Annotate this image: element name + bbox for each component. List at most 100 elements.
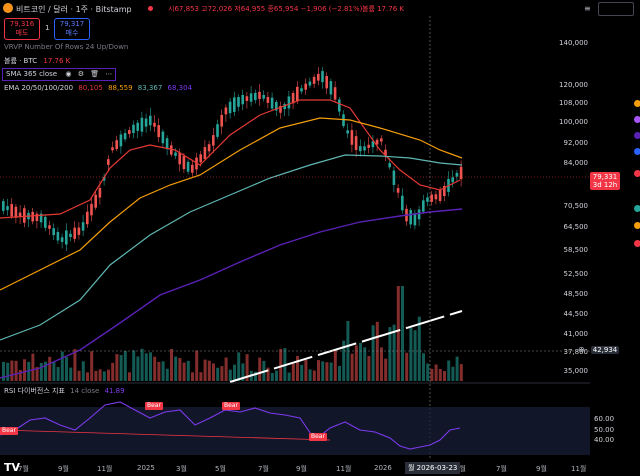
tradingview-logo-icon: TV: [4, 461, 21, 474]
candle: [220, 114, 223, 127]
candle: [90, 203, 93, 216]
volume-bar: [81, 361, 85, 381]
volume-bar: [182, 362, 186, 381]
volume-bar: [384, 358, 388, 381]
volume-bar: [132, 350, 136, 381]
watchlist-dot-icon[interactable]: [634, 116, 640, 123]
volume-bar: [149, 352, 152, 381]
candle: [317, 73, 320, 81]
candle: [245, 96, 249, 101]
current-price-time: 3d 12h: [592, 181, 618, 189]
candle: [413, 213, 417, 226]
volume-bar: [228, 369, 232, 381]
price-tick: 84,000: [563, 159, 589, 167]
volume-bar: [430, 368, 434, 381]
watchlist-dot-icon[interactable]: [634, 100, 640, 107]
time-tick: 2026: [374, 464, 392, 472]
candle: [203, 147, 207, 159]
crosshair-date-label: 월 2026-03-23: [405, 462, 461, 474]
rsi-legend[interactable]: RSI 다이버전스 지표 14 close 41.89: [4, 386, 125, 397]
time-tick: 11월: [336, 465, 352, 473]
watchlist-dot-icon[interactable]: [634, 148, 640, 155]
watchlist-dot-icon[interactable]: [634, 170, 640, 177]
candle: [363, 146, 366, 151]
volume-bar: [291, 363, 295, 381]
volume-bar: [275, 370, 278, 381]
volume-bar: [350, 353, 354, 381]
candle: [44, 216, 47, 228]
candle: [438, 189, 442, 202]
candle: [161, 131, 165, 144]
current-price-label: 79,331 3d 12h: [590, 172, 620, 190]
candle: [262, 94, 265, 99]
candle: [191, 164, 194, 173]
candle: [132, 124, 135, 134]
price-chart[interactable]: [0, 0, 640, 476]
candle: [300, 88, 303, 92]
candle: [233, 97, 236, 112]
volume-bar: [300, 364, 304, 381]
candle: [186, 161, 190, 172]
volume-bar: [447, 360, 451, 381]
candle: [451, 177, 454, 183]
price-tick: 35,000: [563, 367, 589, 375]
price-tick: 100,000: [559, 118, 588, 126]
volume-bar: [178, 358, 182, 381]
volume-bar: [90, 351, 94, 381]
volume-bar: [296, 355, 299, 381]
rsi-level: 50.00: [594, 426, 615, 434]
volume-bar: [86, 372, 89, 381]
current-price-value: 79,331: [592, 173, 618, 181]
volume-bar: [438, 368, 442, 381]
candle: [60, 237, 64, 242]
candle: [56, 232, 60, 241]
volume-bar: [73, 349, 77, 381]
time-tick: 5월: [215, 465, 226, 473]
candle: [107, 159, 110, 165]
volume-bar: [363, 347, 367, 381]
watchlist-dot-icon[interactable]: [634, 132, 640, 139]
candle: [65, 230, 68, 245]
time-tick: 11월: [97, 465, 113, 473]
volume-bar: [212, 363, 215, 381]
candle: [354, 136, 358, 151]
candle: [270, 97, 274, 109]
sma-value-label: 42,934: [591, 346, 619, 354]
volume-bar: [258, 357, 262, 381]
candle: [18, 212, 22, 217]
candle: [430, 194, 433, 202]
volume-bar: [60, 351, 64, 381]
volume-bar: [111, 362, 115, 381]
watchlist-dot-icon[interactable]: [634, 222, 640, 229]
volume-bar: [325, 362, 329, 381]
ema50-line: [0, 117, 463, 291]
time-tick: 7월: [258, 465, 269, 473]
volume-bar: [317, 360, 320, 381]
candle: [434, 194, 438, 200]
time-tick: 7월: [496, 465, 507, 473]
candle: [157, 125, 160, 138]
watchlist-dot-icon[interactable]: [634, 205, 640, 212]
volume-bar: [401, 286, 404, 381]
rsi-bear-tag: Bear: [222, 402, 240, 410]
volume-bar: [338, 365, 341, 381]
candle: [241, 94, 244, 105]
candle: [392, 170, 396, 185]
volume-bar: [312, 370, 316, 381]
price-tick: 48,500: [563, 290, 589, 298]
volume-bar: [459, 364, 463, 381]
crosshair-plus-icon[interactable]: ⊕: [578, 345, 585, 354]
watchlist-dot-icon[interactable]: [634, 240, 640, 247]
candle: [304, 83, 307, 90]
rsi-level: 40.00: [594, 436, 615, 444]
volume-bar: [174, 356, 178, 381]
candle: [182, 156, 186, 170]
candle: [98, 188, 102, 198]
candle: [165, 138, 169, 150]
candle: [2, 201, 5, 211]
rsi-bear-tag: Bear: [0, 427, 18, 435]
volume-bar: [199, 372, 203, 381]
volume-bar: [455, 356, 459, 381]
candle: [346, 130, 349, 134]
price-tick: 58,500: [563, 246, 589, 254]
